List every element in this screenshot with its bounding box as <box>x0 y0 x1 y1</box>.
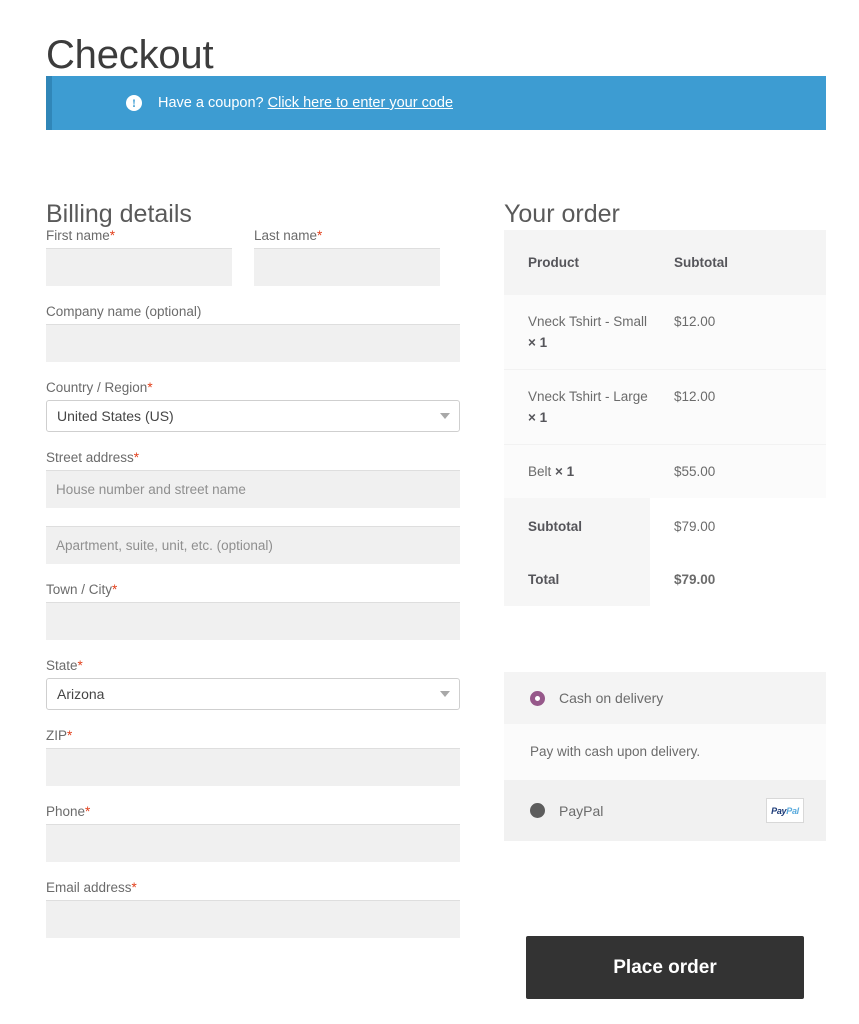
street-address-label: Street address* <box>46 450 460 466</box>
payment-method-description: Pay with cash upon delivery. <box>504 724 826 780</box>
order-review-table: Product Subtotal Vneck Tshirt - Small × … <box>504 230 826 606</box>
required-marker: * <box>134 450 139 465</box>
state-select[interactable]: Arizona <box>46 678 460 710</box>
order-item-qty: × 1 <box>528 410 547 425</box>
paypal-logo-text-b: Pal <box>786 806 799 816</box>
order-table-head: Product Subtotal <box>504 230 826 295</box>
order-item-name: Belt <box>528 464 551 479</box>
email-input[interactable] <box>46 900 460 938</box>
table-row: Belt × 1 $55.00 <box>504 445 826 499</box>
country-label: Country / Region* <box>46 380 460 396</box>
state-label: State* <box>46 658 460 674</box>
email-label: Email address* <box>46 880 460 896</box>
order-item-subtotal: $55.00 <box>650 445 826 499</box>
order-item-subtotal: $12.00 <box>650 370 826 445</box>
order-subtotal-row: Subtotal $79.00 <box>504 498 826 553</box>
order-item-qty: × 1 <box>555 464 574 479</box>
column-header-subtotal: Subtotal <box>650 230 826 295</box>
order-review-panel: Product Subtotal Vneck Tshirt - Small × … <box>504 230 826 606</box>
required-marker: * <box>132 880 137 895</box>
payment-methods-panel: Cash on delivery Pay with cash upon deli… <box>504 672 826 841</box>
radio-unselected-icon[interactable] <box>530 803 545 818</box>
paypal-logo-icon: PayPal <box>766 798 804 823</box>
city-group: Town / City* <box>46 582 460 640</box>
order-subtotal-value: $79.00 <box>650 498 826 553</box>
column-header-product: Product <box>504 230 650 295</box>
required-marker: * <box>85 804 90 819</box>
required-marker: * <box>110 228 115 243</box>
coupon-banner[interactable]: ! Have a coupon? Click here to enter you… <box>46 76 826 130</box>
phone-group: Phone* <box>46 804 460 862</box>
last-name-input[interactable] <box>254 248 440 286</box>
company-name-label: Company name (optional) <box>46 304 460 320</box>
city-label: Town / City* <box>46 582 460 598</box>
required-marker: * <box>112 582 117 597</box>
required-marker: * <box>78 658 83 673</box>
order-table-header-row: Product Subtotal <box>504 230 826 295</box>
order-total-label: Total <box>504 553 650 606</box>
place-order-button[interactable]: Place order <box>526 936 804 999</box>
coupon-prompt: Have a coupon? <box>158 95 264 111</box>
coupon-accent-bar <box>46 76 52 130</box>
street-address-group: Street address* <box>46 450 460 508</box>
city-input[interactable] <box>46 602 460 640</box>
zip-input[interactable] <box>46 748 460 786</box>
coupon-link[interactable]: Click here to enter your code <box>268 95 453 111</box>
order-item-name-cell: Vneck Tshirt - Large × 1 <box>504 370 650 445</box>
place-order-container: Place order <box>504 936 826 999</box>
phone-label: Phone* <box>46 804 460 820</box>
phone-input[interactable] <box>46 824 460 862</box>
company-name-input[interactable] <box>46 324 460 362</box>
email-group: Email address* <box>46 880 460 938</box>
order-item-subtotal: $12.00 <box>650 295 826 370</box>
payment-method-label: PayPal <box>559 803 603 819</box>
table-row: Vneck Tshirt - Large × 1 $12.00 <box>504 370 826 445</box>
page-title: Checkout <box>46 31 213 79</box>
country-select[interactable]: United States (US) <box>46 400 460 432</box>
order-item-name-cell: Belt × 1 <box>504 445 650 499</box>
last-name-group: Last name* <box>254 228 440 286</box>
order-item-name: Vneck Tshirt - Large <box>528 389 648 404</box>
billing-form: First name* Last name* Company name (opt… <box>46 228 460 956</box>
required-marker: * <box>317 228 322 243</box>
state-group: State* Arizona <box>46 658 460 710</box>
name-row: First name* Last name* <box>46 228 460 286</box>
first-name-label: First name* <box>46 228 232 244</box>
checkout-page: Checkout ! Have a coupon? Click here to … <box>0 0 859 1024</box>
required-marker: * <box>147 380 152 395</box>
company-name-group: Company name (optional) <box>46 304 460 362</box>
info-icon: ! <box>126 95 142 111</box>
zip-group: ZIP* <box>46 728 460 786</box>
order-item-qty: × 1 <box>528 335 547 350</box>
order-total-value: $79.00 <box>650 553 826 606</box>
street-address-2-input[interactable] <box>46 526 460 564</box>
last-name-label: Last name* <box>254 228 440 244</box>
order-item-name-cell: Vneck Tshirt - Small × 1 <box>504 295 650 370</box>
country-select-wrap: United States (US) <box>46 400 460 432</box>
order-total-row: Total $79.00 <box>504 553 826 606</box>
your-order-heading: Your order <box>504 199 620 229</box>
payment-method-paypal[interactable]: PayPal PayPal <box>504 780 826 841</box>
country-group: Country / Region* United States (US) <box>46 380 460 432</box>
order-table-body: Vneck Tshirt - Small × 1 $12.00 Vneck Ts… <box>504 295 826 606</box>
first-name-input[interactable] <box>46 248 232 286</box>
order-item-name: Vneck Tshirt - Small <box>528 314 647 329</box>
paypal-logo-text-a: Pay <box>771 806 786 816</box>
first-name-group: First name* <box>46 228 232 286</box>
coupon-message: Have a coupon? Click here to enter your … <box>158 95 453 111</box>
state-select-wrap: Arizona <box>46 678 460 710</box>
radio-selected-icon[interactable] <box>530 691 545 706</box>
street-address-2-group <box>46 526 460 564</box>
billing-details-heading: Billing details <box>46 199 192 229</box>
order-subtotal-label: Subtotal <box>504 498 650 553</box>
zip-label: ZIP* <box>46 728 460 744</box>
table-row: Vneck Tshirt - Small × 1 $12.00 <box>504 295 826 370</box>
required-marker: * <box>67 728 72 743</box>
payment-method-label: Cash on delivery <box>559 690 663 706</box>
street-address-1-input[interactable] <box>46 470 460 508</box>
payment-method-cash-on-delivery[interactable]: Cash on delivery <box>504 672 826 724</box>
